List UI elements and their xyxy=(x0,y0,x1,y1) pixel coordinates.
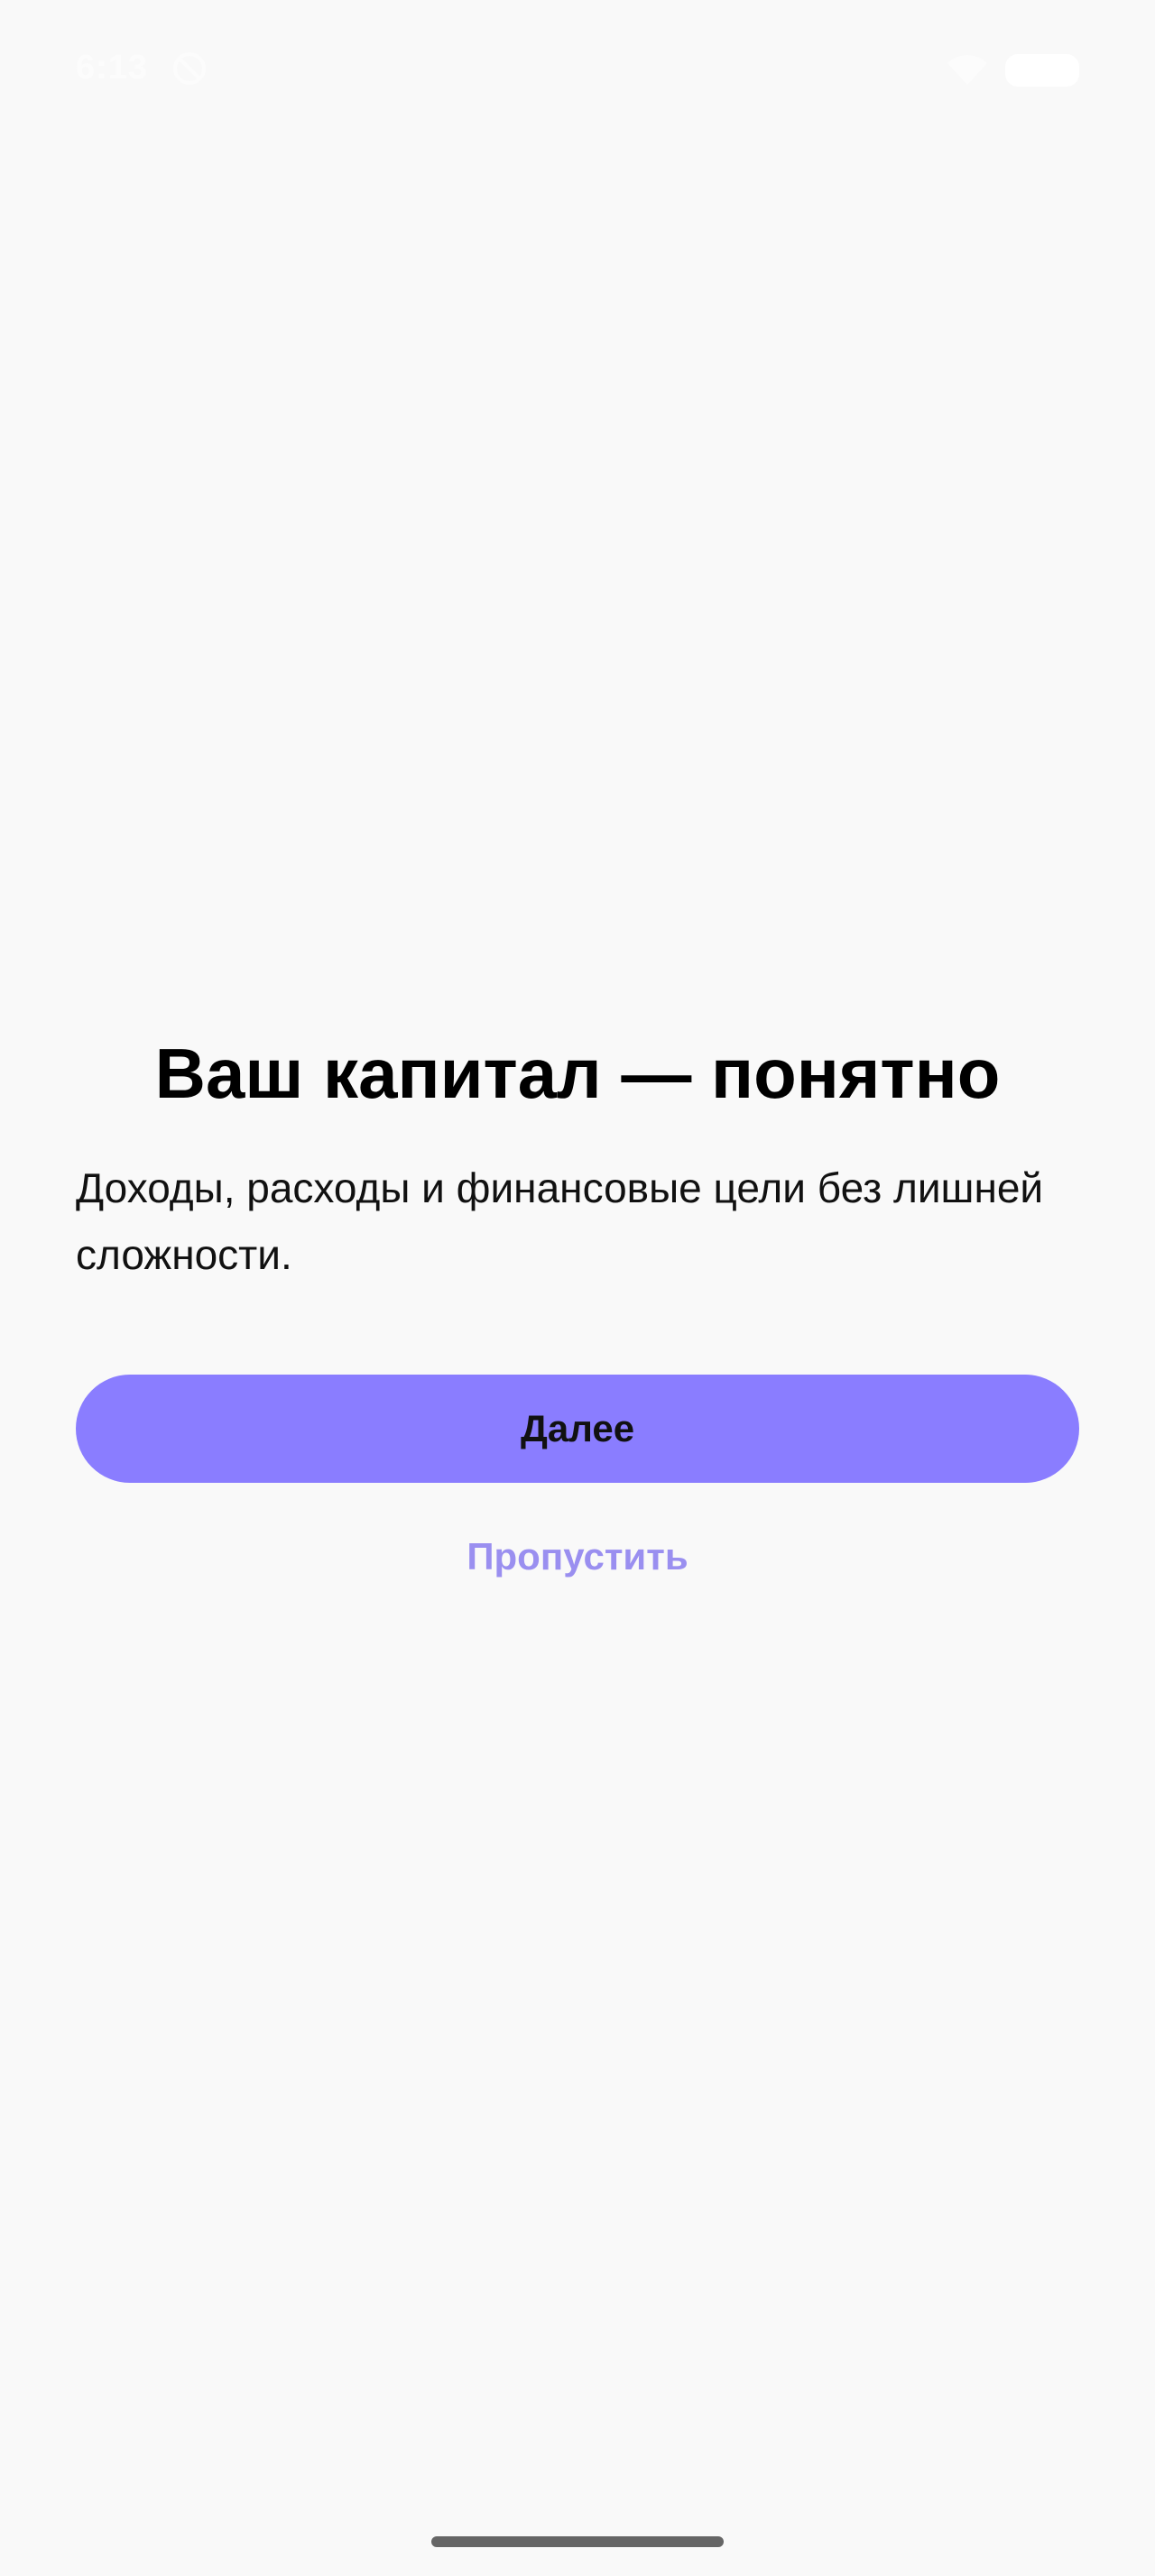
status-time: 6:13 xyxy=(76,49,149,87)
skip-link[interactable]: Пропустить xyxy=(0,1530,1155,1584)
next-button[interactable]: Далее xyxy=(76,1375,1079,1483)
onboarding-screen: 6:13 Ваш капитал — понятно Доходы, расхо… xyxy=(0,0,1155,2576)
next-button-label: Далее xyxy=(520,1407,635,1449)
do-not-disturb-icon xyxy=(173,52,206,85)
home-indicator[interactable] xyxy=(431,2536,724,2547)
page-title: Ваш капитал — понятно xyxy=(154,1034,1001,1113)
page-subtitle: Доходы, расходы и финансовые цели без ли… xyxy=(76,1164,1044,1278)
status-bar: 6:13 xyxy=(0,0,1155,135)
battery-icon xyxy=(1005,54,1079,87)
wifi-icon xyxy=(947,55,987,85)
